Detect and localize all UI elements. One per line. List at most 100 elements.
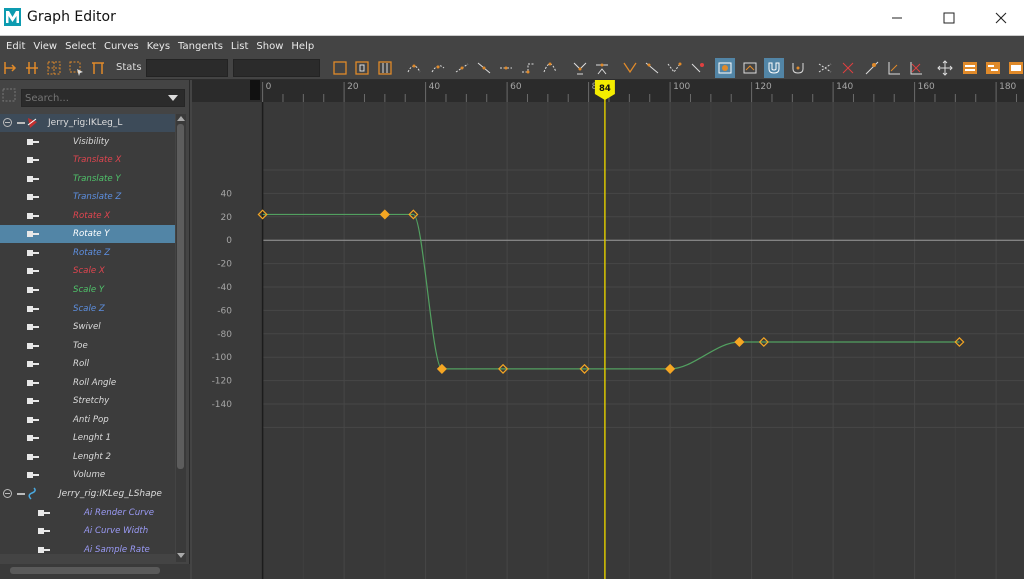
outliner-attribute-row[interactable]: Rotate Z bbox=[0, 244, 175, 262]
time-editor-button[interactable] bbox=[1006, 58, 1024, 78]
snap-button[interactable] bbox=[764, 58, 784, 78]
menu-list[interactable]: List bbox=[229, 41, 254, 52]
menu-show[interactable]: Show bbox=[254, 41, 289, 52]
spline-tangent-button[interactable] bbox=[428, 58, 448, 78]
stack-curves-button[interactable] bbox=[884, 58, 904, 78]
close-button[interactable] bbox=[976, 0, 1024, 36]
minimize-button[interactable] bbox=[872, 0, 922, 36]
step-tangent-button[interactable] bbox=[518, 58, 538, 78]
search-dropdown-icon[interactable] bbox=[168, 95, 178, 101]
attribute-label: Roll bbox=[73, 359, 90, 370]
outliner-attribute-row[interactable]: Translate X bbox=[0, 151, 175, 169]
curve-spread-button[interactable] bbox=[906, 58, 926, 78]
time-dragger-button[interactable] bbox=[935, 58, 955, 78]
outliner-attribute-row[interactable]: Rotate Y bbox=[0, 225, 175, 244]
scroll-down-icon[interactable] bbox=[177, 553, 185, 558]
post-infinity-button[interactable] bbox=[838, 58, 858, 78]
channel-icon bbox=[27, 472, 39, 479]
attribute-tree: Jerry_rig:IKLeg_L Visibility Translate X Tr… bbox=[0, 114, 175, 554]
menu-select[interactable]: Select bbox=[63, 41, 102, 52]
outliner-hscroll-thumb[interactable] bbox=[10, 567, 160, 574]
frame-all-button[interactable] bbox=[330, 58, 350, 78]
clamped-tangent-button[interactable] bbox=[452, 58, 472, 78]
search-input[interactable] bbox=[21, 89, 185, 107]
menu-view[interactable]: View bbox=[31, 41, 63, 52]
flat-tangent-button[interactable] bbox=[496, 58, 516, 78]
outliner-attribute-row[interactable]: Swivel bbox=[0, 318, 175, 336]
outliner-attribute-row[interactable]: Roll bbox=[0, 355, 175, 373]
filter-grid-icon[interactable] bbox=[2, 88, 16, 102]
outliner-attribute-row[interactable]: Rotate X bbox=[0, 207, 175, 225]
channel-icon bbox=[27, 231, 39, 238]
outliner-attribute-row[interactable]: Visibility bbox=[0, 133, 175, 151]
menu-curves[interactable]: Curves bbox=[102, 41, 145, 52]
graph-canvas[interactable]: 40200-20-40-60-80-100-120-14002040608010… bbox=[192, 80, 1024, 579]
outliner-vertical-scrollbar[interactable] bbox=[176, 114, 186, 562]
outliner-attribute-row[interactable]: Lenght 2 bbox=[0, 448, 175, 466]
show-results-button[interactable] bbox=[715, 58, 735, 78]
channel-icon bbox=[27, 342, 39, 349]
normalize-button[interactable] bbox=[788, 58, 808, 78]
retime-tool-button[interactable] bbox=[88, 58, 108, 78]
maximize-button[interactable] bbox=[924, 0, 974, 36]
outliner-attribute-row[interactable]: Lenght 1 bbox=[0, 429, 175, 447]
channel-icon bbox=[27, 157, 39, 164]
menu-tangents[interactable]: Tangents bbox=[176, 41, 229, 52]
channel-icon bbox=[27, 194, 39, 201]
stats-field-time[interactable] bbox=[146, 59, 228, 77]
linear-tangent-button[interactable] bbox=[474, 58, 494, 78]
channel-icon bbox=[27, 268, 39, 275]
menu-keys[interactable]: Keys bbox=[145, 41, 176, 52]
collapse-node-icon[interactable] bbox=[3, 489, 12, 498]
outliner-attribute-row[interactable]: Ai Render Curve bbox=[0, 504, 175, 522]
outliner-attribute-row[interactable]: Volume bbox=[0, 466, 175, 484]
outliner-attribute-row[interactable]: Toe bbox=[0, 337, 175, 355]
plateau-tangent-button[interactable] bbox=[540, 58, 560, 78]
isolate-curve-button[interactable] bbox=[862, 58, 882, 78]
frame-playback-range-button[interactable] bbox=[375, 58, 395, 78]
channel-icon bbox=[38, 546, 50, 553]
outliner-attribute-row[interactable]: Ai Curve Width bbox=[0, 522, 175, 540]
x-tick-label: 20 bbox=[347, 82, 359, 92]
outliner-attribute-row[interactable]: Scale Y bbox=[0, 281, 175, 299]
menu-edit[interactable]: Edit bbox=[4, 41, 31, 52]
pre-infinity-button[interactable] bbox=[815, 58, 835, 78]
outliner-attribute-row[interactable]: Ai Sample Rate bbox=[0, 541, 175, 554]
outliner-scroll-thumb[interactable] bbox=[177, 124, 184, 469]
region-tool-button[interactable] bbox=[66, 58, 86, 78]
x-tick-label: 40 bbox=[429, 82, 441, 92]
outliner-attribute-row[interactable]: Anti Pop bbox=[0, 411, 175, 429]
buffer-curve-button[interactable] bbox=[688, 58, 708, 78]
free-tangent-weight-button[interactable] bbox=[620, 58, 640, 78]
outliner-horizontal-scrollbar[interactable] bbox=[0, 564, 190, 579]
stats-field-value[interactable] bbox=[233, 59, 320, 77]
swap-buffer-button[interactable] bbox=[740, 58, 760, 78]
weighted-tangents-button[interactable] bbox=[664, 58, 684, 78]
outliner-node[interactable]: Jerry_rig:IKLeg_L bbox=[0, 114, 175, 132]
title-bar: Graph Editor bbox=[0, 0, 1024, 36]
outliner-node[interactable]: Jerry_rig:IKLeg_LShape bbox=[0, 485, 175, 503]
scroll-up-icon[interactable] bbox=[177, 116, 185, 121]
outliner-attribute-row[interactable]: Translate Z bbox=[0, 188, 175, 206]
outliner-attribute-row[interactable]: Translate Y bbox=[0, 170, 175, 188]
collapse-node-icon[interactable] bbox=[3, 118, 12, 127]
outliner-attribute-row[interactable]: Roll Angle bbox=[0, 374, 175, 392]
outliner-attribute-row[interactable]: Stretchy bbox=[0, 392, 175, 410]
attribute-label: Scale Y bbox=[73, 284, 105, 295]
frame-selection-button[interactable] bbox=[352, 58, 372, 78]
range-start-marker[interactable] bbox=[250, 80, 260, 100]
insert-key-tool-button[interactable] bbox=[22, 58, 42, 78]
trax-editor-button[interactable] bbox=[983, 58, 1003, 78]
outliner-attribute-row[interactable]: Scale Z bbox=[0, 300, 175, 318]
curve-spread-icon bbox=[910, 62, 922, 75]
break-tangents-button[interactable] bbox=[570, 58, 590, 78]
auto-tangent-button[interactable] bbox=[404, 58, 424, 78]
unify-tangents-button[interactable] bbox=[592, 58, 612, 78]
outliner-attribute-row[interactable]: Scale X bbox=[0, 262, 175, 280]
menu-help[interactable]: Help bbox=[289, 41, 320, 52]
move-key-tool-button[interactable] bbox=[0, 58, 20, 78]
lock-tangent-weight-button[interactable] bbox=[642, 58, 662, 78]
lattice-tool-button[interactable] bbox=[44, 58, 64, 78]
graph-view[interactable]: 40200-20-40-60-80-100-120-14002040608010… bbox=[192, 80, 1024, 579]
dope-sheet-button[interactable] bbox=[960, 58, 980, 78]
